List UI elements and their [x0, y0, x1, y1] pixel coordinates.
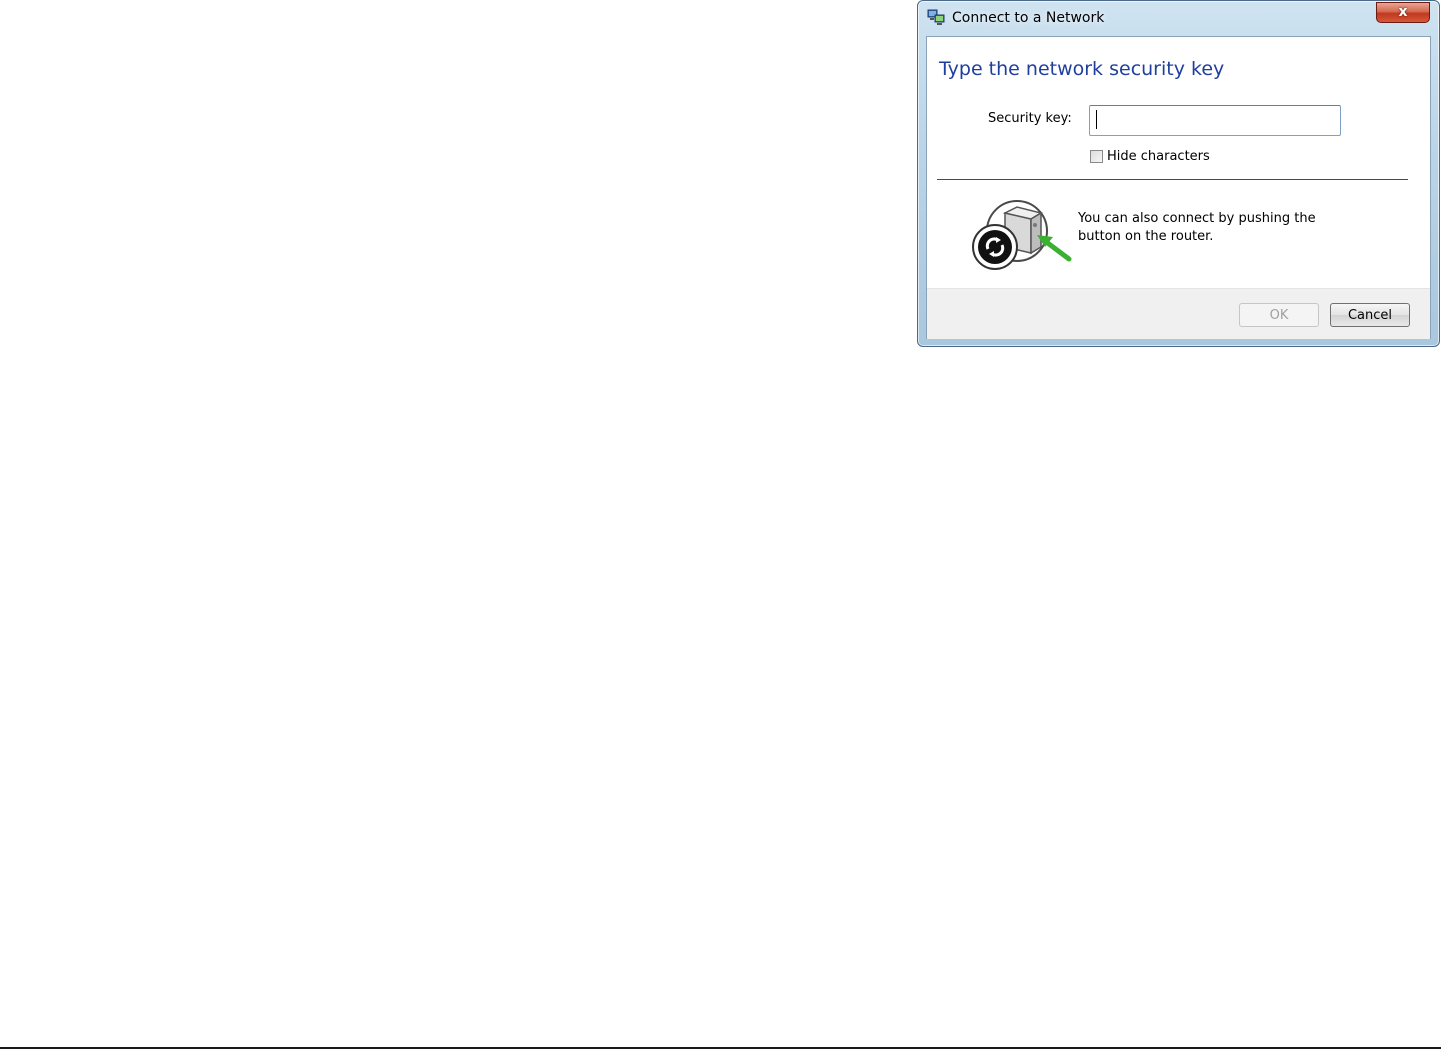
window-title: Connect to a Network — [952, 10, 1105, 26]
ok-button[interactable]: OK — [1239, 303, 1319, 327]
close-icon: x — [1398, 4, 1408, 20]
page: Connect to a Network x Type the network … — [0, 0, 1441, 1051]
hide-characters-label: Hide characters — [1107, 148, 1210, 164]
hide-characters-checkbox[interactable] — [1090, 149, 1103, 163]
security-key-input[interactable] — [1089, 105, 1341, 136]
dialog-content: Type the network security key Security k… — [926, 36, 1431, 339]
close-button[interactable]: x — [1376, 2, 1430, 23]
hide-characters-option[interactable]: Hide characters — [1090, 147, 1210, 165]
title-bar[interactable]: Connect to a Network x — [918, 1, 1439, 35]
text-caret — [1096, 110, 1097, 129]
connect-dialog: Connect to a Network x Type the network … — [917, 0, 1440, 347]
security-key-label: Security key: — [988, 111, 1072, 126]
button-bar: OK Cancel — [927, 288, 1430, 339]
separator — [937, 179, 1408, 180]
network-icon — [927, 8, 945, 26]
wps-instructions: You can also connect by pushing the butt… — [1078, 211, 1316, 244]
page-bottom-rule — [0, 1047, 1441, 1049]
cancel-button[interactable]: Cancel — [1330, 303, 1410, 327]
dialog-heading: Type the network security key — [939, 58, 1225, 80]
wps-router-button-icon — [965, 197, 1075, 277]
